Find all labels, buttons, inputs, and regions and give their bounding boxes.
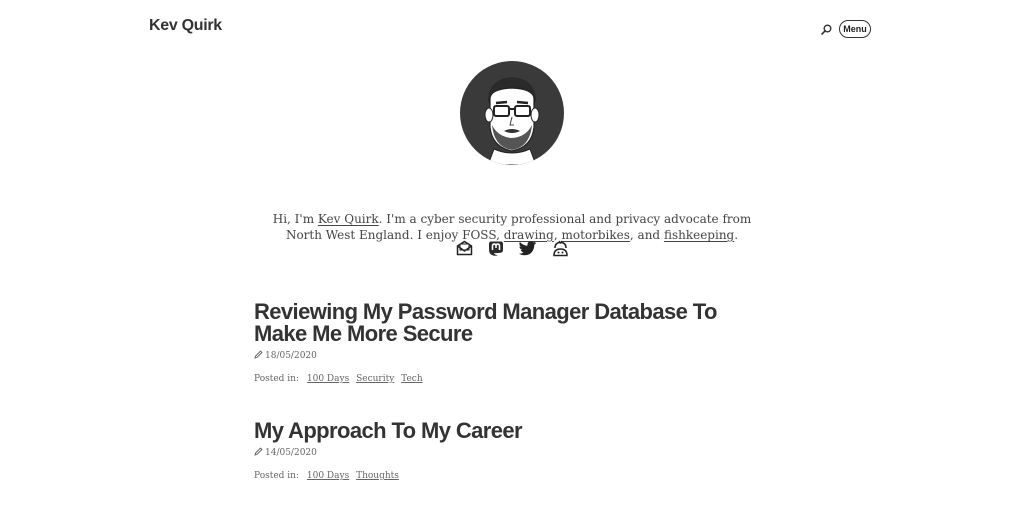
- social-links: [455, 239, 569, 257]
- category-link-thoughts[interactable]: Thoughts: [356, 471, 399, 481]
- post-date: 18/05/2020: [254, 350, 774, 362]
- post-date: 14/05/2020: [254, 447, 774, 459]
- site-header: Kev Quirk Menu: [0, 0, 1024, 60]
- search-icon[interactable]: [819, 22, 833, 36]
- intro-name-link[interactable]: Kev Quirk: [318, 212, 379, 226]
- menu-button[interactable]: Menu: [839, 20, 871, 38]
- post-title-link[interactable]: Reviewing My Password Manager Database T…: [254, 301, 774, 345]
- pencil-icon: [254, 350, 263, 362]
- post-2: My Approach To My Career 14/05/2020 Post…: [254, 420, 774, 482]
- pencil-icon: [254, 447, 263, 459]
- fishkeeping-link[interactable]: fishkeeping: [664, 228, 734, 242]
- mastodon-icon[interactable]: [487, 239, 505, 257]
- category-link-tech[interactable]: Tech: [401, 374, 422, 384]
- category-link-100-days[interactable]: 100 Days: [307, 374, 349, 384]
- post-categories: Posted in: 100 Days Security Tech: [254, 374, 423, 384]
- post-title-link[interactable]: My Approach To My Career: [254, 420, 774, 442]
- post-categories: Posted in: 100 Days Thoughts: [254, 471, 399, 481]
- category-link-security[interactable]: Security: [356, 374, 394, 384]
- post-1: Reviewing My Password Manager Database T…: [254, 301, 774, 385]
- xmpp-icon[interactable]: [551, 239, 569, 257]
- motorbikes-link[interactable]: motorbikes: [561, 228, 629, 242]
- avatar: [460, 61, 564, 165]
- email-icon[interactable]: [455, 239, 473, 257]
- twitter-icon[interactable]: [519, 239, 537, 257]
- site-title-link[interactable]: Kev Quirk: [149, 17, 222, 35]
- category-link-100-days[interactable]: 100 Days: [307, 471, 349, 481]
